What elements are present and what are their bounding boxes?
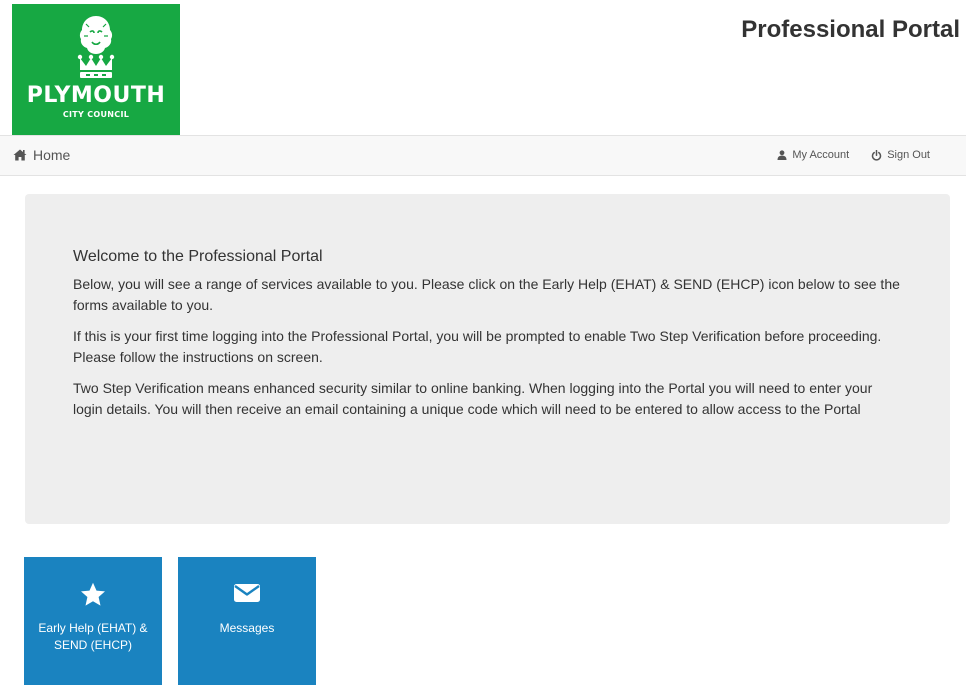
early-help-send-label: Early Help (EHAT) & SEND (EHCP) [38,621,148,652]
welcome-paragraph-two-step: Two Step Verification means enhanced sec… [73,380,873,417]
my-account-label: My Account [792,149,850,161]
plymouth-logo[interactable]: PLYMOUTH CITY COUNCIL [12,4,180,135]
sign-out-label: Sign Out [887,149,930,161]
power-icon [872,149,882,161]
welcome-heading: Welcome to the Professional Portal [73,248,323,265]
welcome-panel: Welcome to the Professional Portal Below… [25,194,950,524]
envelope-icon [234,584,260,602]
welcome-paragraph-first-time: If this is your first time logging into … [73,328,882,365]
home-label: Home [33,147,71,163]
home-icon [13,149,27,161]
logo-subtitle: CITY COUNCIL [62,110,130,119]
nav-right: My Account Sign Out [777,149,930,161]
sign-out-link[interactable]: Sign Out [871,149,930,161]
home-link[interactable]: Home [13,147,70,163]
my-account-link[interactable]: My Account [777,149,849,161]
star-icon [81,582,105,606]
welcome-paragraph-intro: Below, you will see a range of services … [73,276,900,313]
early-help-send-tile[interactable]: Early Help (EHAT) & SEND (EHCP) [24,557,162,685]
logo-name: PLYMOUTH [26,83,166,108]
page: PLYMOUTH CITY COUNCIL Professional Porta… [0,0,966,685]
page-title: Professional Portal [741,16,960,43]
user-icon [777,150,787,160]
messages-label: Messages [219,621,275,635]
lion-crest-icon [77,16,115,78]
messages-tile[interactable]: Messages [178,557,316,685]
navbar: Home My Account Sign Out [0,135,966,176]
